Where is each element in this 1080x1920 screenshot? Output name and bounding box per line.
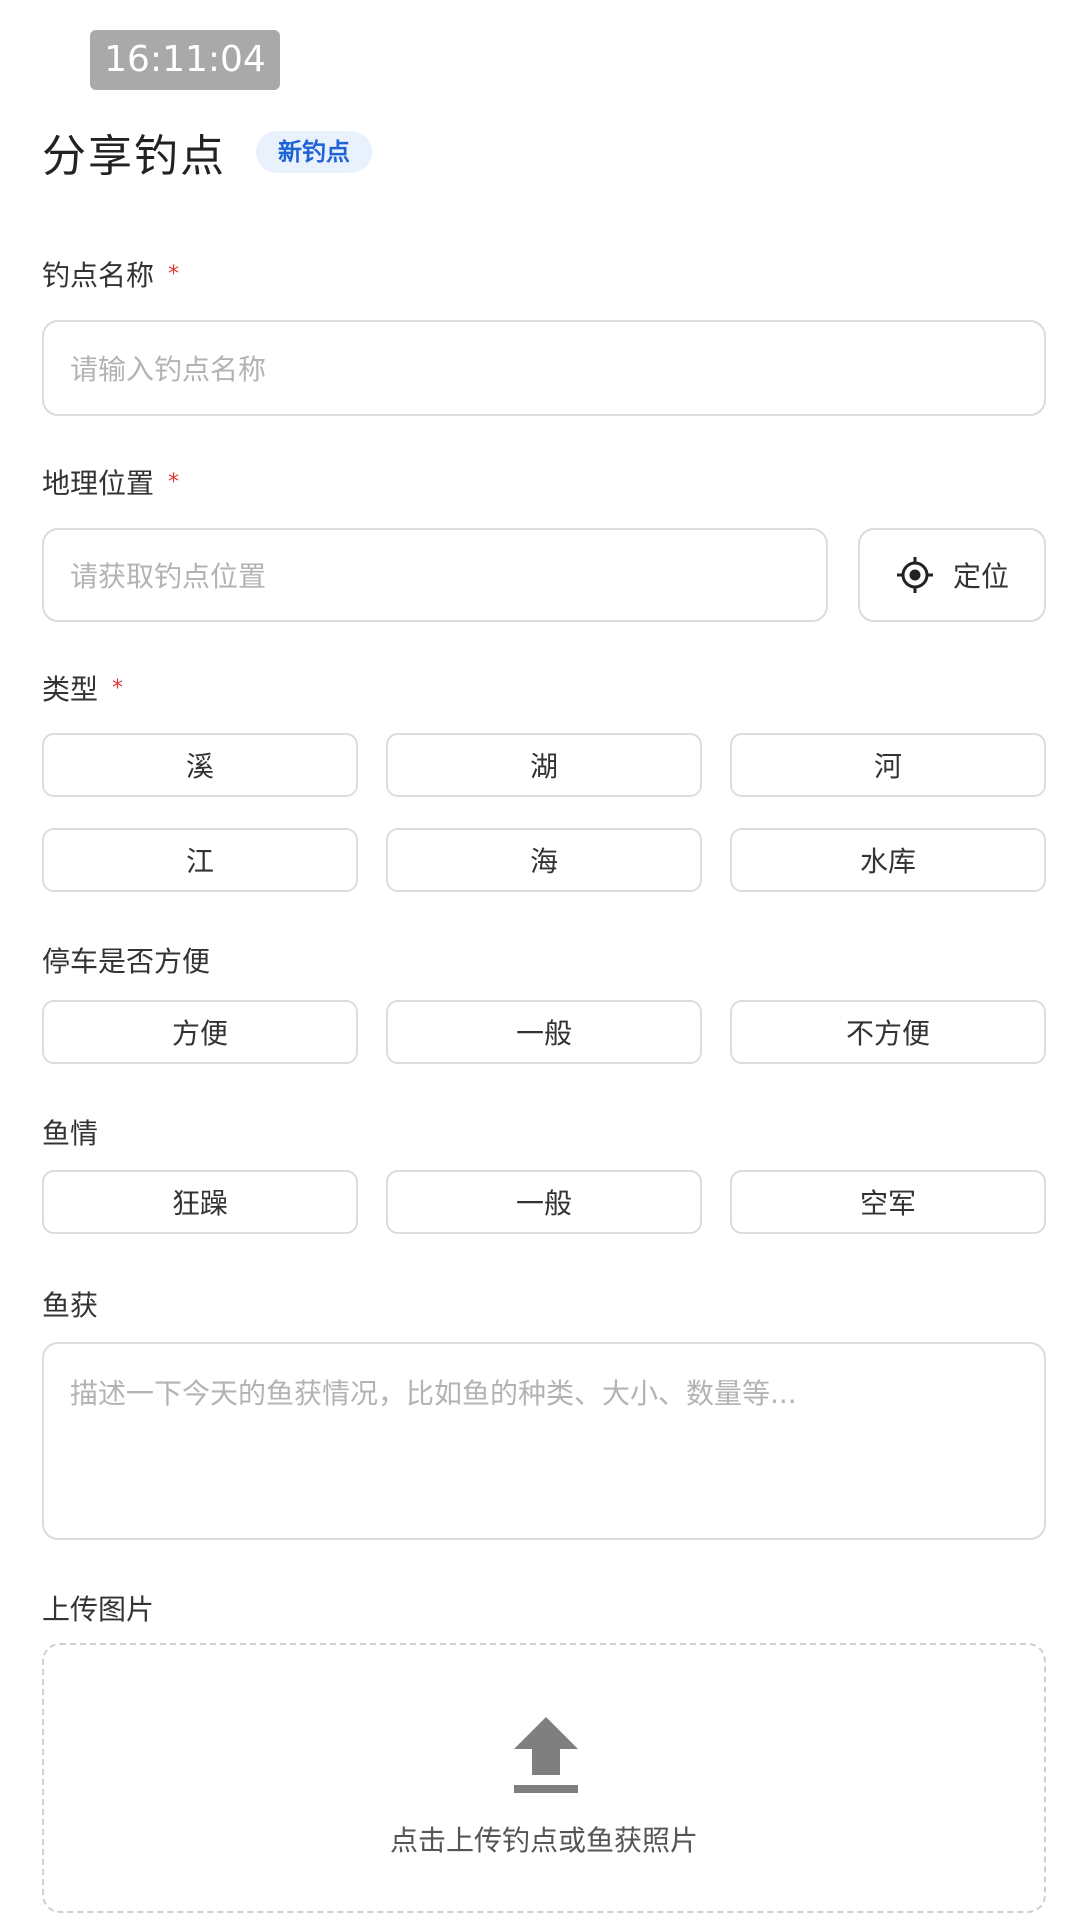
parking-option-convenient[interactable]: 方便 xyxy=(42,1000,358,1064)
name-label-row: 钓点名称 * xyxy=(42,254,179,294)
name-placeholder: 请输入钓点名称 xyxy=(70,353,267,386)
time-display: 16:11:04 xyxy=(90,30,280,90)
catch-label: 鱼获 xyxy=(42,1289,99,1322)
type-option-stream[interactable]: 溪 xyxy=(42,733,358,797)
upload-hint: 点击上传钓点或鱼获照片 xyxy=(389,1824,698,1857)
type-option-river[interactable]: 河 xyxy=(730,733,1046,797)
name-input[interactable]: 请输入钓点名称 xyxy=(42,320,1046,416)
upload-label: 上传图片 xyxy=(42,1593,155,1626)
fish-option-active[interactable]: 狂躁 xyxy=(42,1170,358,1234)
type-option-reservoir[interactable]: 水库 xyxy=(730,828,1046,892)
upload-area[interactable]: 点击上传钓点或鱼获照片 xyxy=(42,1643,1046,1913)
location-label: 地理位置 xyxy=(42,467,155,500)
parking-label-row: 停车是否方便 xyxy=(42,940,210,980)
name-required-mark: * xyxy=(168,261,180,287)
page-header: 分享钓点 新钓点 xyxy=(42,122,372,182)
fish-condition-label: 鱼情 xyxy=(42,1117,99,1150)
parking-option-inconvenient[interactable]: 不方便 xyxy=(730,1000,1046,1064)
location-label-row: 地理位置 * xyxy=(42,462,179,502)
type-option-large-river[interactable]: 江 xyxy=(42,828,358,892)
type-label-row: 类型 * xyxy=(42,668,123,708)
type-option-sea[interactable]: 海 xyxy=(386,828,702,892)
locate-button[interactable]: 定位 xyxy=(858,528,1046,622)
new-spot-badge: 新钓点 xyxy=(256,131,372,173)
catch-textarea[interactable]: 描述一下今天的鱼获情况，比如鱼的种类、大小、数量等... xyxy=(42,1342,1046,1540)
location-placeholder: 请获取钓点位置 xyxy=(70,560,267,593)
location-input[interactable]: 请获取钓点位置 xyxy=(42,528,828,622)
type-required-mark: * xyxy=(112,675,124,701)
fish-condition-label-row: 鱼情 xyxy=(42,1112,98,1152)
type-label: 类型 xyxy=(42,673,99,706)
name-label: 钓点名称 xyxy=(42,259,155,292)
fish-option-average[interactable]: 一般 xyxy=(386,1170,702,1234)
locate-button-label: 定位 xyxy=(952,560,1009,593)
upload-icon xyxy=(514,1717,578,1793)
share-spot-page: 16:11:04 分享钓点 新钓点 钓点名称 * 请输入钓点名称 地理位置 * … xyxy=(0,0,1080,1920)
page-title: 分享钓点 xyxy=(42,131,226,182)
upload-label-row: 上传图片 xyxy=(42,1588,154,1628)
type-option-lake[interactable]: 湖 xyxy=(386,733,702,797)
parking-label: 停车是否方便 xyxy=(42,945,211,978)
locate-icon xyxy=(896,557,933,593)
catch-label-row: 鱼获 xyxy=(42,1284,98,1324)
fish-option-none[interactable]: 空军 xyxy=(730,1170,1046,1234)
catch-placeholder: 描述一下今天的鱼获情况，比如鱼的种类、大小、数量等... xyxy=(70,1377,797,1410)
parking-option-average[interactable]: 一般 xyxy=(386,1000,702,1064)
location-required-mark: * xyxy=(168,469,180,495)
